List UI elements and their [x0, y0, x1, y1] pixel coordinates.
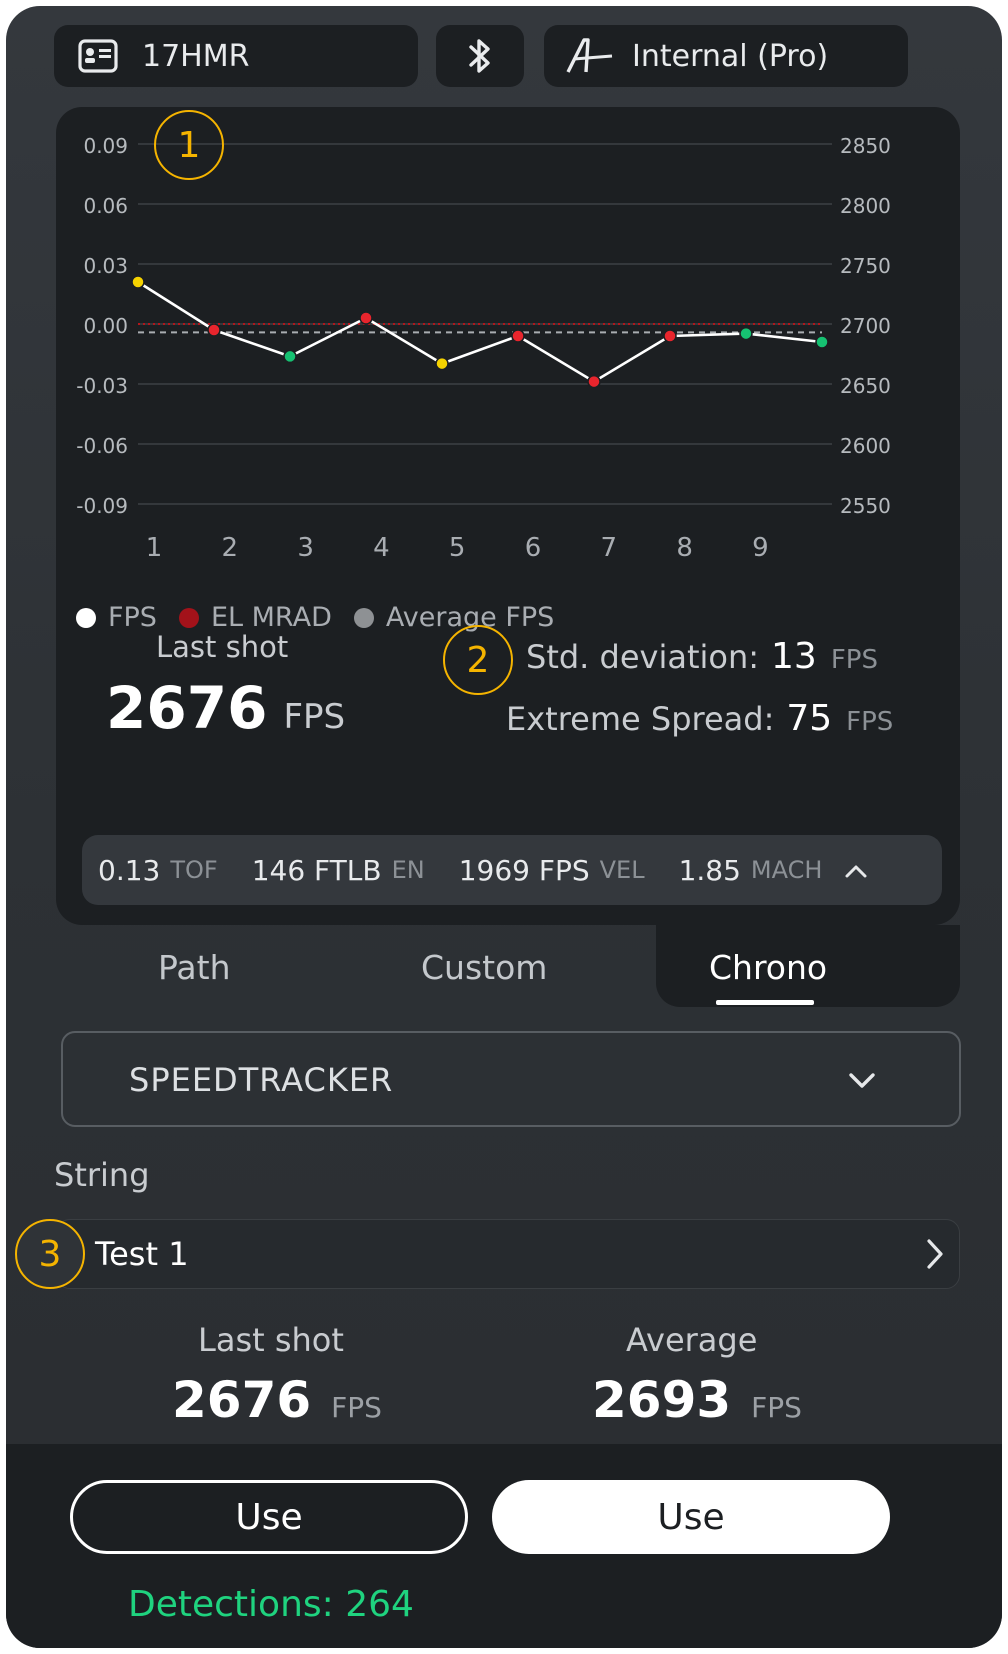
fps-data-point: [435, 356, 449, 371]
fps-data-point: [815, 335, 829, 349]
annotation-marker-2: 2: [443, 625, 513, 695]
string-selector[interactable]: Test 1: [56, 1219, 960, 1289]
annotation-marker-1: 1: [154, 110, 224, 180]
fps-data-point: [663, 329, 677, 343]
x-tick-label: 3: [297, 533, 314, 558]
summary-last-shot-value: 2676: [106, 674, 268, 742]
chrono-average-label: Average: [626, 1321, 758, 1359]
y-left-tick-label: -0.09: [76, 494, 128, 518]
x-tick-label: 6: [525, 533, 542, 558]
chrono-last-shot-label: Last shot: [198, 1321, 344, 1359]
y-left-tick-label: 0.00: [83, 314, 128, 338]
legend-average-fps: Average FPS: [353, 602, 554, 633]
y-left-tick-label: 0.03: [83, 254, 128, 278]
applied-ballistics-logo-icon: [566, 38, 613, 73]
velocity-unit: VEL: [599, 856, 645, 884]
tab-custom[interactable]: Custom: [421, 948, 547, 987]
legend-fps-swatch: [76, 607, 96, 628]
mach-value: 1.85: [678, 853, 741, 887]
energy-unit: EN: [391, 856, 425, 884]
tof-value: 0.13: [98, 853, 161, 887]
x-tick-label: 1: [146, 533, 163, 558]
annotation-marker-3: 3: [15, 1219, 85, 1289]
chart-legend: FPS EL MRAD Average FPS: [76, 602, 576, 633]
y-left-tick-label: 0.06: [83, 194, 128, 218]
legend-fps-label: FPS: [108, 602, 157, 633]
chrono-average-value: 2693: [592, 1371, 732, 1429]
fps-data-point: [131, 275, 145, 289]
tab-path[interactable]: Path: [158, 948, 231, 987]
summary-last-shot-unit: FPS: [283, 697, 346, 737]
x-tick-label: 7: [601, 533, 618, 558]
engine-label: Internal (Pro): [632, 38, 829, 74]
chrono-chart: 0.09 28500.06 28000.03 27500.00 2700-0.03 265…: [76, 134, 891, 558]
chrono-last-shot-value: 2676: [172, 1371, 312, 1429]
ballistic-solution-bar[interactable]: 0.13 TOF 146 FTLB EN 1969 FPS VEL 1.85 M…: [82, 835, 942, 905]
chrono-last-shot: 2676 FPS: [172, 1371, 382, 1429]
x-tick-label: 4: [373, 533, 390, 558]
y-right-tick-label: 2750: [840, 254, 891, 278]
tab-chrono[interactable]: Chrono: [709, 948, 827, 987]
chrono-average-unit: FPS: [751, 1391, 802, 1424]
profile-button[interactable]: 17HMR: [54, 25, 418, 87]
use-last-shot-button[interactable]: Use: [70, 1480, 468, 1554]
string-label: String: [54, 1156, 150, 1194]
x-tick-label: 2: [222, 533, 239, 558]
fps-data-point: [587, 374, 601, 389]
y-right-tick-label: 2600: [840, 434, 891, 458]
chrono-device-select[interactable]: SPEEDTRACKER: [61, 1031, 961, 1127]
tof-unit: TOF: [170, 856, 218, 884]
fps-data-point: [739, 326, 753, 341]
chrono-device-value: SPEEDTRACKER: [129, 1061, 394, 1099]
fps-data-point: [359, 311, 373, 325]
legend-fps: FPS: [76, 602, 157, 633]
y-right-tick-label: 2700: [840, 314, 891, 338]
std-deviation-label: Std. deviation:: [526, 638, 760, 676]
fps-data-point: [511, 329, 525, 343]
extreme-spread-unit: FPS: [846, 707, 894, 737]
mach-unit: MACH: [750, 856, 823, 884]
std-deviation-value: 13: [771, 636, 817, 677]
y-right-tick-label: 2800: [840, 194, 891, 218]
extreme-spread: Extreme Spread: 75 FPS: [506, 698, 893, 739]
y-right-tick-label: 2850: [840, 134, 891, 158]
std-deviation-unit: FPS: [830, 645, 878, 675]
fps-data-point: [207, 323, 221, 337]
extreme-spread-label: Extreme Spread:: [506, 700, 775, 738]
chrono-last-shot-unit: FPS: [331, 1391, 382, 1424]
bluetooth-icon: [469, 39, 490, 73]
string-value: Test 1: [95, 1235, 189, 1273]
x-tick-label: 9: [752, 533, 769, 558]
summary-last-shot: 2676 FPS: [106, 674, 345, 742]
detections-count: Detections: 264: [128, 1584, 414, 1625]
legend-el-mrad-label: EL MRAD: [210, 602, 332, 633]
profile-name: 17HMR: [142, 38, 250, 74]
summary-last-shot-label: Last shot: [156, 630, 289, 664]
chevron-right-icon: [927, 1239, 943, 1269]
chevron-down-icon: [849, 1073, 875, 1088]
y-right-tick-label: 2550: [840, 494, 891, 518]
app-panel: 17HMR Internal (Pro) 0.09 2850 0.06 2800 0.0…: [6, 6, 1002, 1648]
x-tick-label: 8: [676, 533, 693, 558]
std-deviation: Std. deviation: 13 FPS: [526, 636, 878, 677]
chrono-average: 2693 FPS: [592, 1371, 802, 1429]
ballistic-engine-button[interactable]: Internal (Pro): [544, 25, 908, 87]
bluetooth-button[interactable]: [436, 25, 524, 87]
use-average-button[interactable]: Use: [492, 1480, 890, 1554]
legend-el-mrad: EL MRAD: [178, 602, 332, 633]
legend-average-fps-swatch: [353, 607, 374, 628]
chevron-up-icon[interactable]: [844, 863, 868, 879]
tab-chrono-underline: [716, 1000, 814, 1005]
fps-data-point: [283, 349, 297, 364]
legend-el-mrad-swatch: [178, 607, 199, 628]
id-card-icon: [78, 39, 118, 73]
energy-value: 146 FTLB: [251, 853, 382, 887]
y-left-tick-label: -0.03: [76, 374, 128, 398]
x-tick-label: 5: [449, 533, 466, 558]
y-left-tick-label: 0.09: [83, 134, 128, 158]
extreme-spread-value: 75: [786, 698, 833, 739]
velocity-value: 1969 FPS: [458, 853, 590, 887]
y-left-tick-label: -0.06: [76, 434, 128, 458]
y-right-tick-label: 2650: [840, 374, 891, 398]
